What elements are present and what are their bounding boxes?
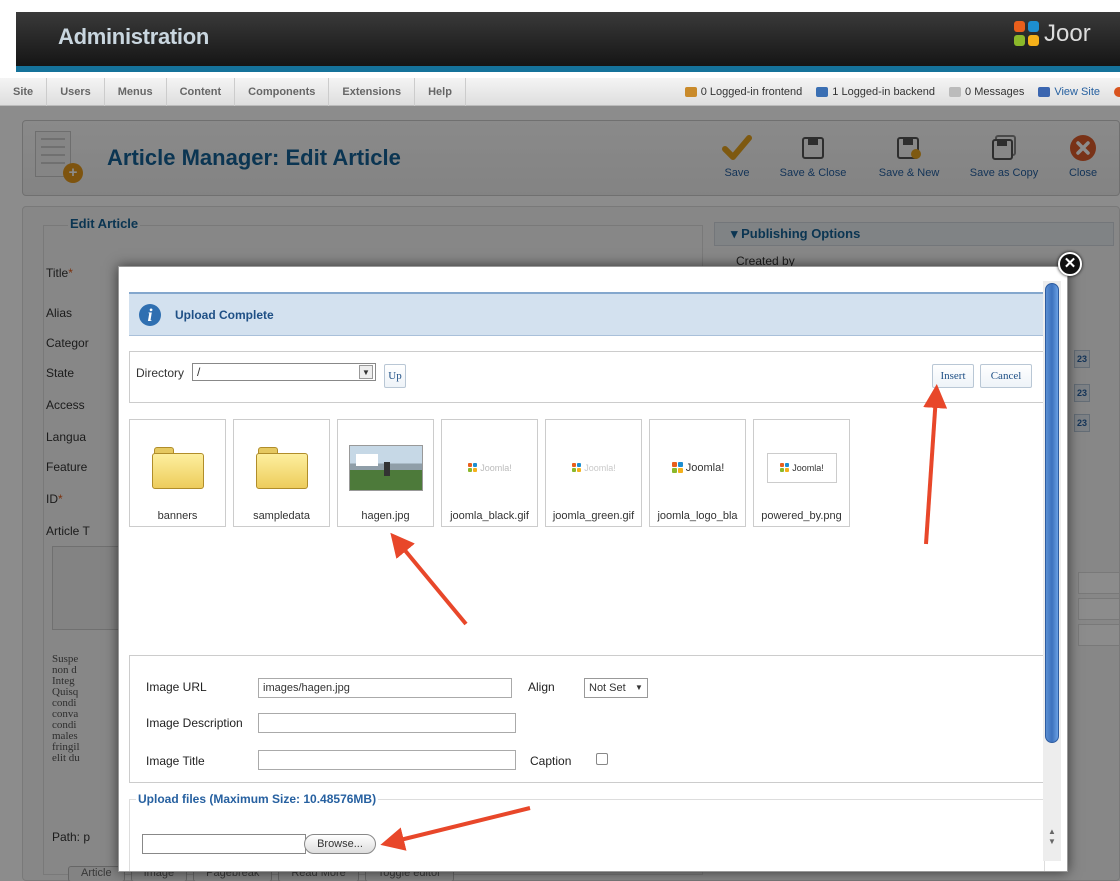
menu-menus[interactable]: Menus — [105, 77, 167, 106]
thumb-joomla-logo[interactable]: Joomla! joomla_logo_bla — [649, 419, 746, 527]
scroll-arrows[interactable]: ▲ ▼ — [1045, 827, 1059, 853]
upload-legend: Upload files (Maximum Size: 10.48576MB) — [136, 792, 379, 806]
user-icon — [816, 87, 829, 97]
info-icon: i — [139, 303, 161, 326]
admin-header: Administration Joor — [0, 0, 1120, 78]
cancel-button[interactable]: Cancel — [980, 364, 1032, 388]
folder-icon — [152, 447, 204, 489]
status-messages-label: 0 Messages — [965, 86, 1025, 98]
thumb-label: banners — [157, 510, 198, 522]
header-accent-line — [16, 66, 1120, 72]
thumb-label: sampledata — [253, 510, 310, 522]
thumb-banners[interactable]: banners — [129, 419, 226, 527]
folder-icon — [256, 447, 308, 489]
insert-button[interactable]: Insert — [932, 364, 974, 388]
image-manager-modal: i Upload Complete Directory / ▼ Up Inser… — [118, 266, 1068, 872]
thumb-label: joomla_green.gif — [552, 510, 635, 522]
status-area: 0 Logged-in frontend 1 Logged-in backend… — [684, 78, 1120, 106]
mail-icon — [949, 87, 962, 97]
up-button[interactable]: Up — [384, 364, 406, 388]
image-description-input[interactable] — [258, 713, 516, 733]
directory-row: Directory / ▼ Up Insert Cancel — [129, 351, 1045, 403]
file-input[interactable] — [142, 834, 306, 854]
align-label: Align — [528, 680, 555, 694]
logout-link[interactable] — [1114, 87, 1120, 97]
chevron-down-icon: ▼ — [635, 683, 643, 692]
align-value: Not Set — [589, 682, 626, 694]
menu-extensions[interactable]: Extensions — [329, 77, 416, 106]
thumb-powered-by[interactable]: Joomla! powered_by.png — [753, 419, 850, 527]
main-menu: Site Users Menus Content Components Exte… — [0, 77, 1120, 106]
menu-users[interactable]: Users — [47, 77, 105, 106]
joomla-logo-icon: Joomla! — [572, 463, 616, 473]
joomla-logo-icon: Joomla! — [671, 462, 724, 474]
status-messages[interactable]: 0 Messages — [949, 86, 1024, 98]
thumb-label: joomla_logo_bla — [657, 510, 738, 522]
view-site-link[interactable]: View Site — [1038, 86, 1100, 98]
thumb-label: hagen.jpg — [361, 510, 410, 522]
users-icon — [684, 87, 697, 97]
thumb-sampledata[interactable]: sampledata — [233, 419, 330, 527]
joomla-mark-icon — [1014, 21, 1040, 47]
image-url-input[interactable]: images/hagen.jpg — [258, 678, 512, 698]
menu-help[interactable]: Help — [415, 77, 466, 106]
thumb-joomla-black[interactable]: Joomla! joomla_black.gif — [441, 419, 538, 527]
image-title-label: Image Title — [146, 754, 205, 768]
photo-thumbnail — [349, 445, 423, 491]
logout-icon — [1114, 87, 1120, 97]
close-icon[interactable]: ✕ — [1058, 252, 1082, 276]
thumb-joomla-green[interactable]: Joomla! joomla_green.gif — [545, 419, 642, 527]
directory-label: Directory — [136, 366, 185, 380]
status-backend: 1 Logged-in backend — [816, 86, 935, 98]
thumb-label: joomla_black.gif — [450, 510, 529, 522]
status-frontend-label: 0 Logged-in frontend — [700, 86, 803, 98]
joomla-logo-icon: Joomla! — [468, 463, 512, 473]
image-properties: Image URL images/hagen.jpg Align Not Set… — [129, 655, 1045, 783]
directory-value: / — [197, 365, 201, 379]
caption-checkbox[interactable] — [596, 753, 608, 765]
status-backend-label: 1 Logged-in backend — [832, 86, 936, 98]
caption-label: Caption — [530, 754, 572, 768]
menu-components[interactable]: Components — [235, 77, 330, 106]
scrollbar-thumb[interactable] — [1045, 283, 1059, 743]
upload-message-text: Upload Complete — [175, 307, 274, 322]
thumb-hagen[interactable]: hagen.jpg — [337, 419, 434, 527]
image-title-input[interactable] — [258, 750, 516, 770]
thumb-label: powered_by.png — [761, 510, 842, 522]
powered-by-logo: Joomla! — [767, 453, 837, 483]
view-site-label: View Site — [1054, 86, 1100, 98]
directory-select[interactable]: / ▼ — [192, 363, 376, 381]
menu-site[interactable]: Site — [0, 77, 48, 106]
joomla-logo-text: Joor — [1044, 20, 1091, 47]
align-select[interactable]: Not Set ▼ — [584, 678, 648, 698]
image-url-label: Image URL — [146, 680, 207, 694]
browse-button[interactable]: Browse... — [304, 834, 376, 854]
header-bar: Administration — [16, 12, 1120, 66]
status-frontend: 0 Logged-in frontend — [684, 86, 803, 98]
image-description-label: Image Description — [146, 716, 243, 730]
chevron-down-icon: ▼ — [359, 365, 373, 379]
file-thumbnails: banners sampledata hagen.jpg Joomla! joo… — [129, 419, 850, 527]
screen-icon — [1038, 87, 1051, 97]
admin-title: Administration — [58, 24, 210, 49]
upload-fieldset: Upload files (Maximum Size: 10.48576MB) … — [129, 792, 1045, 871]
joomla-logo[interactable]: Joor — [1014, 20, 1091, 48]
menu-content[interactable]: Content — [167, 77, 236, 106]
upload-message: i Upload Complete — [129, 292, 1053, 336]
